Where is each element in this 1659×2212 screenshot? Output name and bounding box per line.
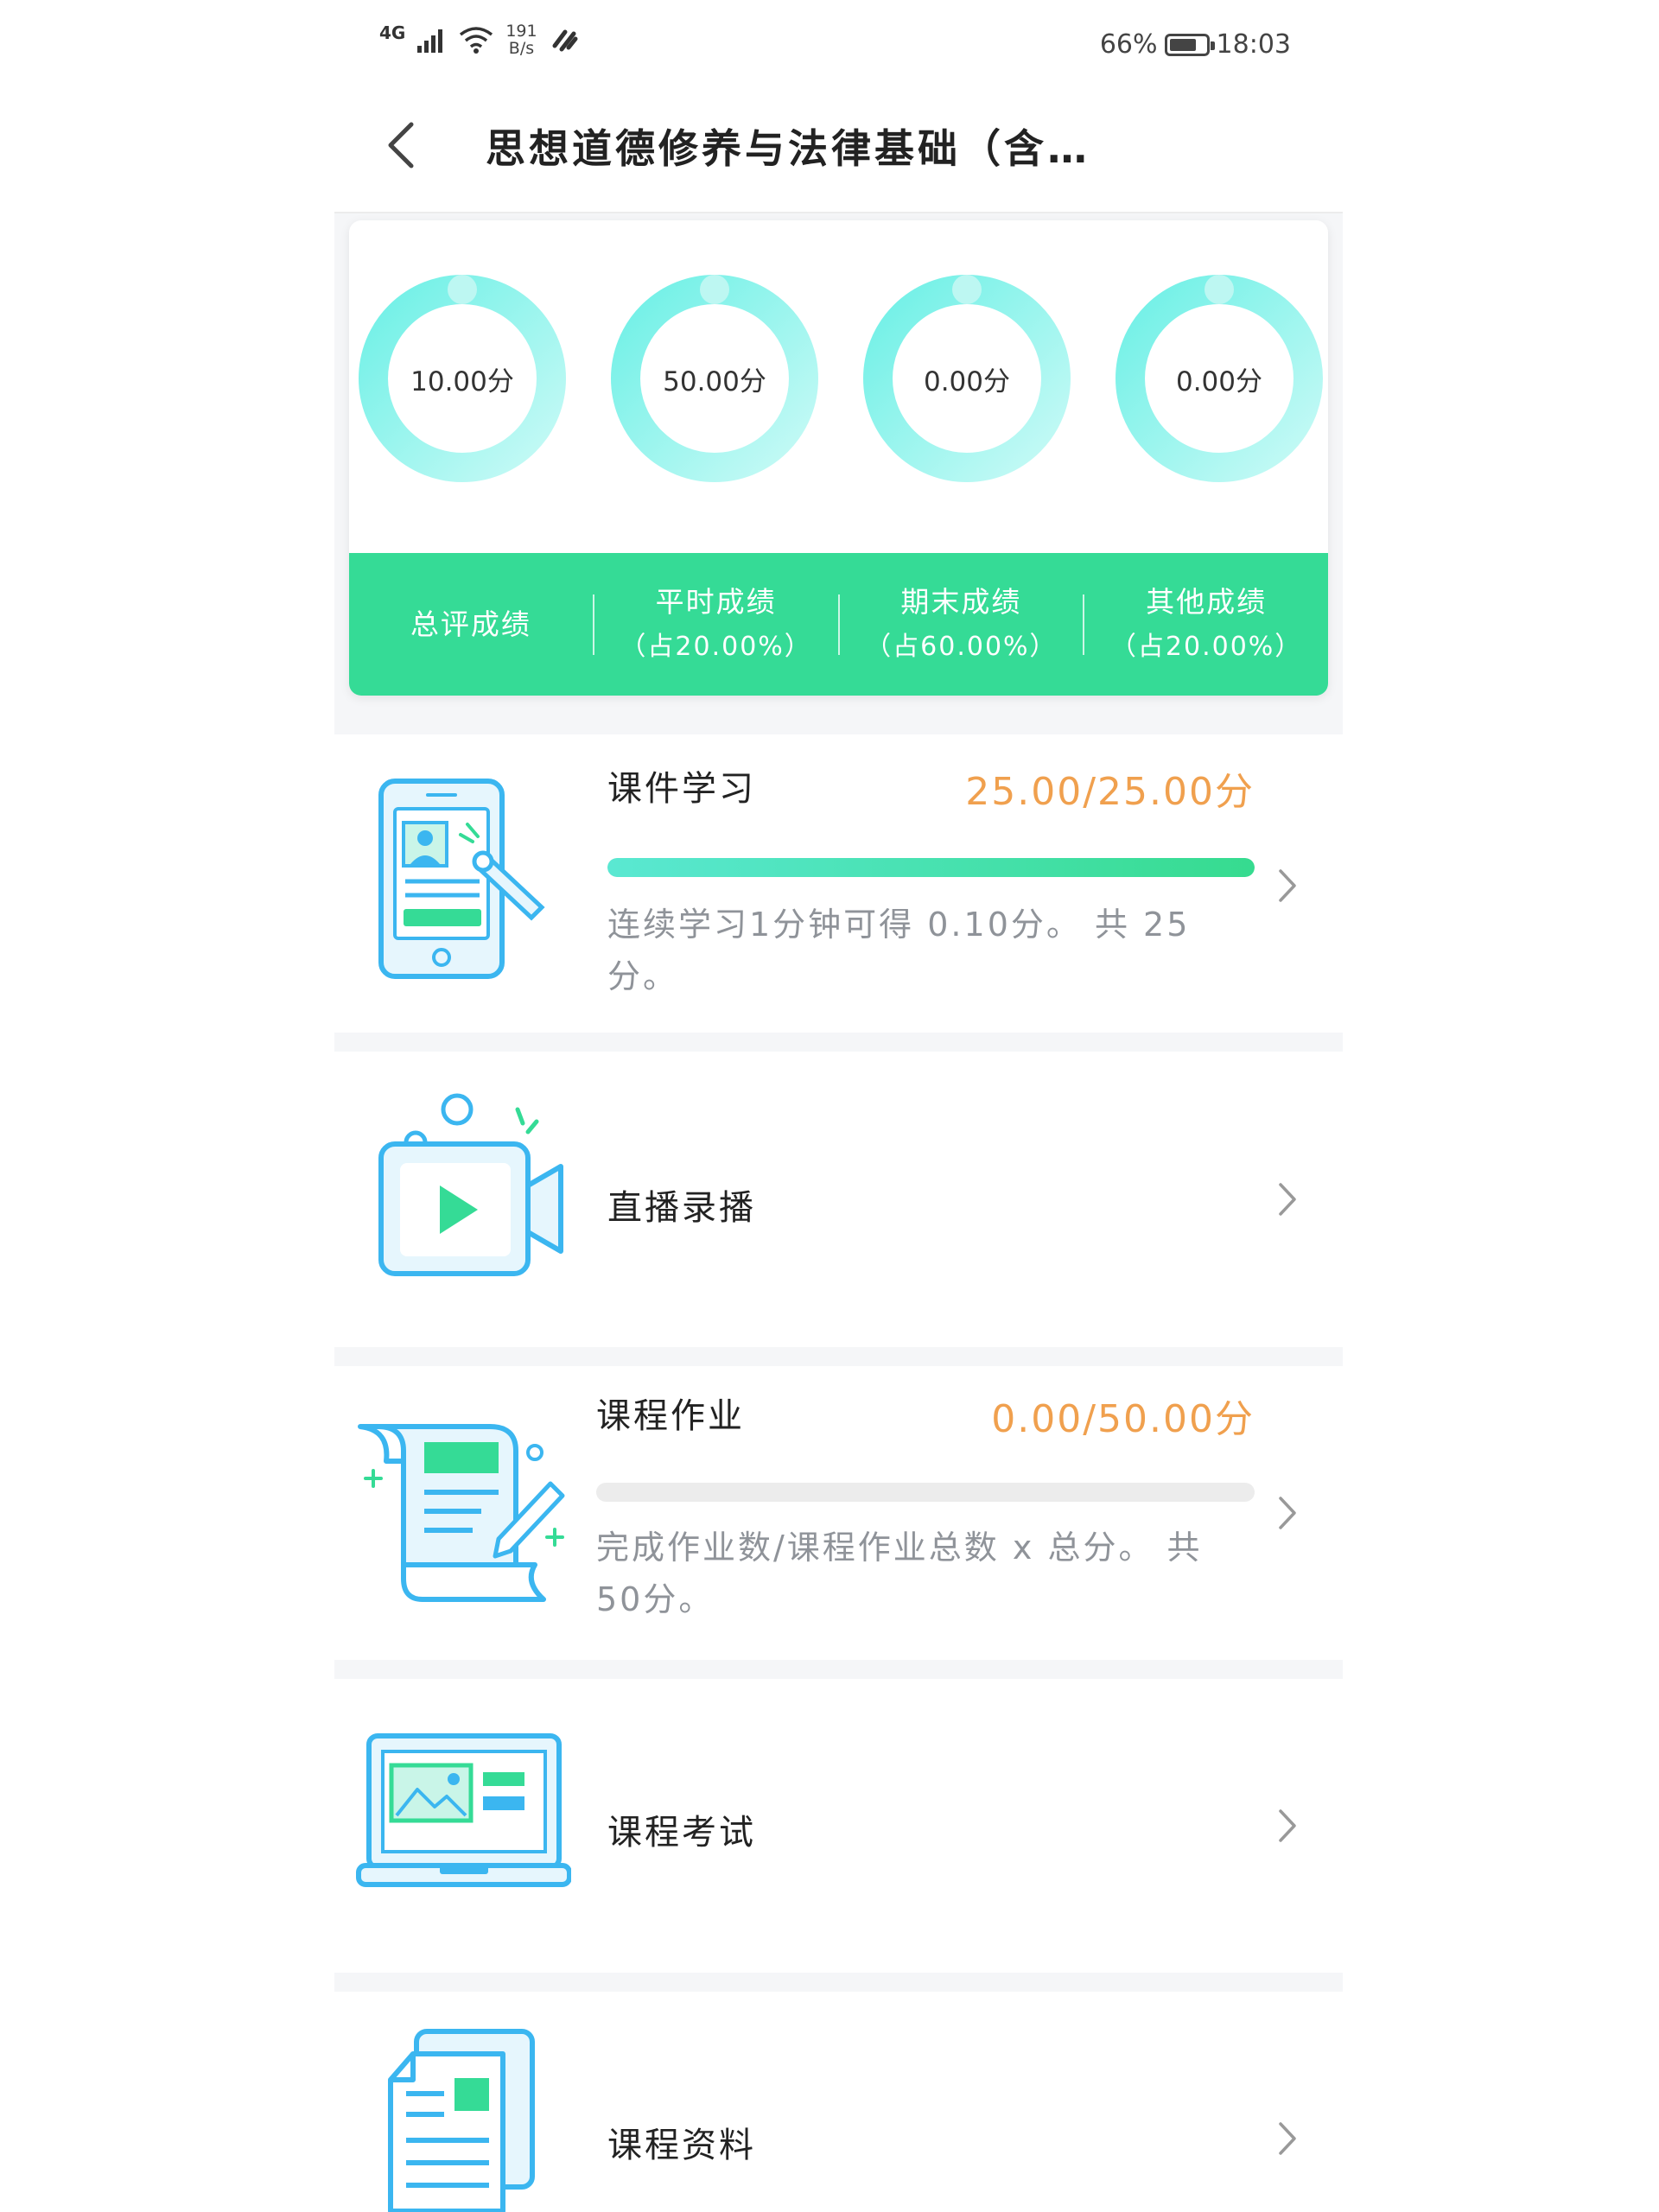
live-row[interactable]: 直播录播	[334, 1052, 1343, 1347]
phone-touch-icon	[378, 779, 545, 979]
clock: 18:03	[1216, 29, 1291, 60]
video-camera-icon	[378, 1093, 563, 1276]
homework-description: 完成作业数/课程作业总数 x 总分。 共 50分。	[596, 1529, 1203, 1618]
score-rings: 10.00分 50.00分 0.00分 0.00分	[349, 220, 1328, 553]
chevron-right-icon	[1279, 1497, 1296, 1529]
wifi-icon	[460, 27, 493, 54]
tab-weight: （占20.00%）	[1109, 631, 1303, 662]
speed-unit: B/s	[508, 39, 535, 58]
tab-final-score[interactable]: 期末成绩 （占60.00%）	[840, 580, 1084, 670]
score-ring-final: 0.00分	[861, 272, 1073, 485]
ring-score-label: 0.00分	[923, 365, 1011, 397]
network-speed: 191 B/s	[505, 22, 537, 57]
chevron-right-icon	[1279, 1183, 1296, 1216]
score-section: 10.00分 50.00分 0.00分 0.00分 总评成绩 平时成绩 （占20…	[334, 213, 1343, 734]
tab-title: 平时成绩	[655, 584, 777, 619]
chevron-right-icon	[1279, 2122, 1296, 2155]
ring-score-label: 0.00分	[1175, 365, 1263, 397]
speed-value: 191	[505, 22, 537, 41]
tab-weight: （占60.00%）	[865, 631, 1058, 662]
materials-title: 课程资料	[607, 2126, 756, 2165]
tab-title: 期末成绩	[900, 584, 1022, 619]
courseware-score: 25.00/25.00分	[965, 770, 1255, 814]
courseware-description: 连续学习1分钟可得 0.10分。 共 25分。	[607, 906, 1191, 995]
status-bar: 4G 191 B/s 66% 18:03	[334, 0, 1343, 86]
score-ring-regular: 50.00分	[608, 272, 821, 485]
homework-score: 0.00/50.00分	[991, 1397, 1255, 1441]
chevron-left-icon	[388, 122, 414, 168]
tab-title: 总评成绩	[410, 607, 531, 641]
status-right: 66% 18:03	[1100, 29, 1291, 60]
assignment-scroll-icon	[358, 1424, 565, 1602]
separator	[334, 1660, 1343, 1679]
separator	[334, 1347, 1343, 1366]
chevron-right-icon	[1279, 869, 1296, 902]
ring-score-label: 10.00分	[410, 365, 514, 397]
network-type: 4G	[379, 22, 406, 43]
status-left: 4G 191 B/s	[379, 22, 581, 57]
tab-weight: （占20.00%）	[620, 631, 812, 662]
documents-icon	[388, 2029, 535, 2212]
homework-title: 课程作业	[596, 1396, 745, 1436]
exam-row[interactable]: 课程考试	[334, 1679, 1343, 1973]
page-header: 思想道德修养与法律基础（含实…	[334, 86, 1343, 213]
battery-percent: 66%	[1099, 29, 1158, 60]
page-title: 思想道德修养与法律基础（含实…	[486, 125, 1116, 172]
courseware-title: 课件学习	[607, 769, 756, 809]
phone-screen: 4G 191 B/s 66% 18:03 思想道德修养与法律基础（含实… 10.…	[334, 0, 1343, 2212]
tab-regular-score[interactable]: 平时成绩 （占20.00%）	[594, 580, 838, 670]
materials-row[interactable]: 课程资料	[334, 1992, 1343, 2212]
data-saver-icon	[552, 29, 578, 52]
score-ring-other: 0.00分	[1113, 272, 1325, 485]
courseware-row[interactable]: 课件学习 25.00/25.00分 连续学习1分钟可得 0.10分。 共 25分…	[334, 734, 1343, 1033]
chevron-right-icon	[1279, 1809, 1296, 1842]
separator	[334, 1973, 1343, 1992]
ring-score-label: 50.00分	[663, 365, 766, 397]
tab-title: 其他成绩	[1146, 584, 1268, 619]
score-card: 10.00分 50.00分 0.00分 0.00分 总评成绩 平时成绩 （占20…	[349, 220, 1328, 696]
exam-title: 课程考试	[607, 1813, 756, 1853]
signal-icon	[417, 29, 443, 53]
homework-progress-bar	[596, 1483, 1255, 1502]
tab-other-score[interactable]: 其他成绩 （占20.00%）	[1084, 580, 1328, 670]
courseware-progress-fill	[607, 858, 1255, 877]
laptop-exam-icon	[356, 1733, 571, 1887]
courseware-progress-bar	[607, 858, 1255, 877]
tab-total-score[interactable]: 总评成绩	[349, 602, 593, 647]
battery-icon	[1164, 33, 1215, 56]
homework-row[interactable]: 课程作业 0.00/50.00分 完成作业数/课程作业总数 x 总分。 共 50…	[334, 1366, 1343, 1660]
live-title: 直播录播	[607, 1188, 756, 1228]
score-tabs: 总评成绩 平时成绩 （占20.00%） 期末成绩 （占60.00%） 其他成绩 …	[349, 553, 1328, 696]
back-button[interactable]	[371, 111, 431, 180]
separator	[334, 1033, 1343, 1052]
score-ring-total: 10.00分	[356, 272, 569, 485]
